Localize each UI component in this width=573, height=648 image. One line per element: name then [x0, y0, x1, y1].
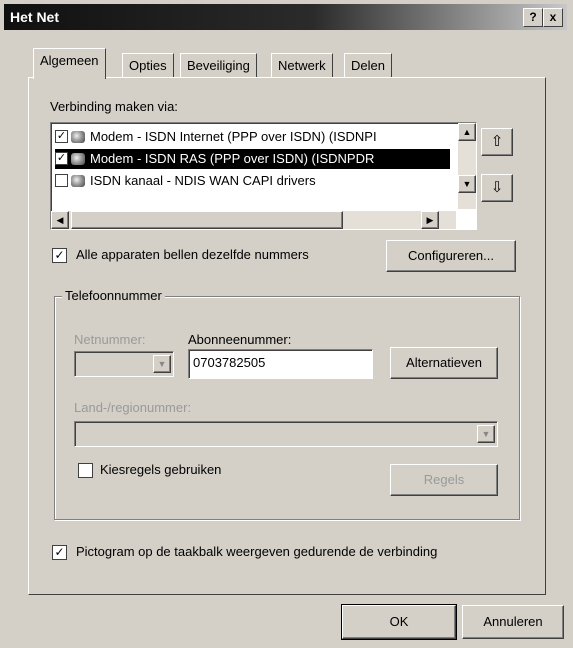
modem-icon: [71, 130, 85, 143]
tab-label: Algemeen: [40, 53, 99, 68]
same-numbers-checkbox[interactable]: ✓: [52, 248, 67, 263]
close-button[interactable]: x: [543, 8, 563, 27]
cancel-button[interactable]: Annuleren: [462, 605, 564, 639]
phone-group-label: Telefoonnummer: [62, 288, 165, 303]
move-up-button[interactable]: ⇧: [481, 128, 513, 156]
connect-via-label: Verbinding maken via:: [50, 99, 178, 114]
tab-label: Netwerk: [278, 58, 326, 73]
dialing-rules-label: Kiesregels gebruiken: [100, 462, 222, 477]
list-item[interactable]: ✓ Modem - ISDN Internet (PPP over ISDN) (…: [55, 127, 450, 147]
subscriber-value: 0703782505: [193, 355, 266, 370]
tab-opties[interactable]: Opties: [122, 53, 174, 78]
move-down-button[interactable]: ⇩: [481, 174, 513, 202]
rules-button[interactable]: Regels: [390, 464, 498, 496]
ok-button[interactable]: OK: [341, 604, 457, 640]
tab-delen[interactable]: Delen: [344, 53, 392, 78]
list-item-selected[interactable]: ✓ Modem - ISDN RAS (PPP over ISDN) (ISDNP…: [55, 149, 450, 169]
scroll-left-icon[interactable]: ◀: [51, 211, 69, 229]
device-checkbox[interactable]: ✓: [55, 152, 68, 166]
country-label: Land-/regionummer:: [74, 400, 192, 415]
scroll-up-icon[interactable]: ▲: [458, 123, 476, 141]
area-code-label: Netnummer:: [74, 332, 146, 347]
help-button[interactable]: ?: [523, 8, 543, 27]
country-combo[interactable]: ▼: [74, 421, 498, 447]
scroll-right-icon[interactable]: ▶: [421, 211, 439, 229]
taskbar-icon-label: Pictogram op de taakbalk weergeven gedur…: [76, 544, 438, 559]
dialog-window: Het Net ? x Algemeen Opties Beveiliging …: [0, 0, 573, 648]
device-name: ISDN kanaal - NDIS WAN CAPI drivers: [90, 173, 316, 188]
dialing-rules-checkbox[interactable]: [78, 463, 93, 478]
device-list[interactable]: ✓ Modem - ISDN Internet (PPP over ISDN) (…: [50, 122, 477, 230]
tab-label: Opties: [129, 58, 167, 73]
device-name: Modem - ISDN RAS (PPP over ISDN) (ISDNPD…: [90, 151, 375, 166]
area-code-combo[interactable]: ▼: [74, 351, 174, 377]
title-bar[interactable]: Het Net ? x: [4, 4, 567, 30]
subscriber-field[interactable]: 0703782505: [188, 349, 373, 379]
tab-label: Delen: [351, 58, 385, 73]
device-checkbox[interactable]: [55, 174, 68, 188]
taskbar-icon-checkbox[interactable]: ✓: [52, 545, 67, 560]
device-name: Modem - ISDN Internet (PPP over ISDN) (I…: [90, 129, 377, 144]
subscriber-label: Abonneenummer:: [188, 332, 292, 347]
chevron-down-icon[interactable]: ▼: [153, 355, 171, 373]
arrow-up-icon: ⇧: [490, 133, 504, 150]
horizontal-scrollbar[interactable]: ◀ ▶: [51, 211, 456, 229]
tab-beveiliging[interactable]: Beveiliging: [180, 53, 257, 78]
device-checkbox[interactable]: ✓: [55, 130, 68, 144]
same-numbers-label: Alle apparaten bellen dezelfde nummers: [76, 247, 309, 262]
vertical-scrollbar[interactable]: ▲ ▼: [458, 123, 476, 209]
scroll-down-icon[interactable]: ▼: [458, 175, 476, 193]
tab-netwerk[interactable]: Netwerk: [271, 53, 333, 78]
tab-label: Beveiliging: [187, 58, 250, 73]
list-item[interactable]: ISDN kanaal - NDIS WAN CAPI drivers: [55, 171, 450, 191]
modem-icon: [71, 152, 85, 165]
isdn-icon: [71, 174, 85, 187]
scroll-thumb[interactable]: [71, 211, 343, 229]
chevron-down-icon[interactable]: ▼: [477, 425, 495, 443]
window-title: Het Net: [10, 9, 60, 25]
tab-algemeen[interactable]: Algemeen: [33, 48, 106, 79]
alternatives-button[interactable]: Alternatieven: [390, 347, 498, 379]
configure-button[interactable]: Configureren...: [386, 240, 516, 272]
arrow-down-icon: ⇩: [490, 179, 504, 196]
